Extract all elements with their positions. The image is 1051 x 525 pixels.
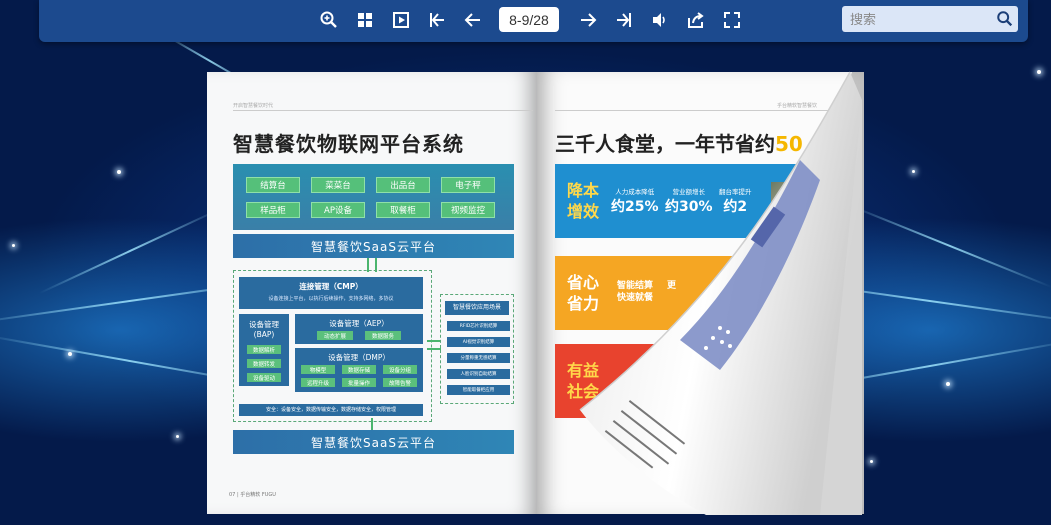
dmp-chip: 数据存储 — [342, 365, 376, 374]
device-chip: AP设备 — [311, 202, 365, 218]
bap-title: 设备管理 — [249, 320, 279, 329]
page-indicator[interactable]: 8-9/28 — [499, 7, 559, 32]
left-footer: 07 | 乎台精软 FUGU — [229, 492, 276, 498]
device-panel: 结算台 菜菜台 出品台 电子秤 样品柜 AP设备 取餐柜 视频监控 — [233, 164, 514, 230]
cmp-desc: 设备连接上平台，以执行后续操作，支持多网络，多协议 — [268, 296, 394, 302]
connector-line — [371, 418, 373, 430]
bap-box: 设备管理 (BAP) 数据解析 数据转发 设备驱动 — [239, 314, 289, 386]
divider — [233, 110, 533, 111]
flipbook[interactable]: 开启智慧餐饮时代 智慧餐饮物联网平台系统 结算台 菜菜台 出品台 电子秤 样品柜… — [207, 72, 864, 514]
bap-chip: 数据解析 — [247, 345, 281, 354]
aep-chip: 动态扩展 — [317, 331, 353, 340]
dmp-chip: 远程升级 — [301, 378, 335, 387]
link-arrow — [427, 340, 441, 350]
scenario-item: RFID芯片识别结算 — [447, 321, 510, 331]
scenario-item: 智能取餐柜应用 — [447, 385, 510, 395]
right-footer: FUGU | 乎台精软 | 10 — [795, 492, 846, 498]
sparkle — [870, 460, 873, 463]
scenario-title: 智慧餐饮应用场景 — [445, 301, 509, 315]
page-title: 智慧餐饮物联网平台系统 — [233, 132, 464, 156]
title-highlight: 50 — [775, 132, 803, 156]
stat: 人力成本降低 约25% — [611, 186, 659, 216]
dmp-title: 设备管理（DMP） — [328, 353, 390, 362]
prev-page-icon[interactable] — [462, 9, 484, 31]
device-chip: 结算台 — [246, 177, 300, 193]
title-main: 三千人食堂，一年节省约 — [555, 132, 775, 156]
photo — [771, 182, 823, 256]
block-label: 省心 省力 — [567, 273, 600, 313]
left-header: 开启智慧餐饮时代 — [233, 103, 274, 109]
scenario-item: 分量称重无感结算 — [447, 353, 510, 363]
dmp-chip: 设备分组 — [383, 365, 417, 374]
device-chip: 取餐柜 — [376, 202, 430, 218]
fullscreen-icon[interactable] — [721, 9, 743, 31]
scenario-item: 人脸识别自助结算 — [447, 369, 510, 379]
scenario-item: AI视觉识别结算 — [447, 337, 510, 347]
light-ray — [38, 207, 222, 295]
block-text: 更 — [667, 281, 677, 291]
sparkle — [12, 244, 15, 247]
stat: 营业额增长 约30% — [665, 186, 713, 216]
thumbnails-icon[interactable] — [354, 9, 376, 31]
cmp-title: 连接管理（CMP） — [299, 282, 363, 291]
share-icon[interactable] — [685, 9, 707, 31]
divider — [555, 110, 845, 111]
device-chip: 电子秤 — [441, 177, 495, 193]
stat-value: 约25% — [611, 199, 659, 215]
stat-label: 人力成本降低 — [615, 188, 655, 196]
aep-chip: 数据服务 — [365, 331, 401, 340]
search-box — [842, 6, 1018, 32]
sparkle — [1037, 70, 1041, 74]
sparkle — [117, 170, 121, 174]
bap-chip: 数据转发 — [247, 359, 281, 368]
bap-sub: (BAP) — [253, 330, 275, 339]
stat-label: 翻台率提升 — [719, 188, 752, 196]
right-header: 乎台精软智慧餐饮 — [777, 103, 818, 109]
block-text: 快速就餐 — [617, 293, 654, 303]
autoplay-icon[interactable] — [390, 9, 412, 31]
light-ray — [847, 203, 1051, 289]
sparkle — [912, 170, 915, 173]
right-page[interactable]: 乎台精软智慧餐饮 三千人食堂，一年节省约50 降本 增效 人力成本降低 约25%… — [537, 72, 864, 514]
block-label: 降本 增效 — [567, 181, 600, 221]
sound-icon[interactable] — [649, 9, 671, 31]
left-page[interactable]: 开启智慧餐饮时代 智慧餐饮物联网平台系统 结算台 菜菜台 出品台 电子秤 样品柜… — [207, 72, 537, 514]
device-chip: 菜菜台 — [311, 177, 365, 193]
search-input[interactable] — [848, 9, 992, 31]
stat: 翻台率提升 约2 — [719, 186, 752, 216]
sparkle — [176, 435, 179, 438]
cloud-platform-bar: 智慧餐饮SaaS云平台 — [233, 234, 514, 258]
page-title: 三千人食堂，一年节省约50 — [555, 128, 803, 157]
dmp-chip: 物模型 — [301, 365, 335, 374]
photo — [771, 364, 823, 426]
device-chip: 样品柜 — [246, 202, 300, 218]
dmp-chip: 故障告警 — [383, 378, 417, 387]
bap-chip: 设备驱动 — [247, 373, 281, 382]
next-page-icon[interactable] — [577, 9, 599, 31]
device-chip: 出品台 — [376, 177, 430, 193]
stat-value: 约2 — [723, 199, 748, 215]
aep-box: 设备管理（AEP） 动态扩展 数据服务 — [295, 314, 423, 344]
block-label: 有益 社会 — [567, 361, 600, 401]
zoom-in-icon[interactable] — [318, 9, 340, 31]
stat-label: 营业额增长 — [672, 188, 706, 196]
security-bar: 安全：设备安全，数据传输安全，数据存储安全，权限管理 — [239, 404, 423, 416]
photo — [771, 278, 823, 340]
sparkle — [946, 382, 950, 386]
first-page-icon[interactable] — [426, 9, 448, 31]
cloud-platform-bar-bottom: 智慧餐饮SaaS云平台 — [233, 430, 514, 454]
dmp-chip: 批量操作 — [342, 378, 376, 387]
search-icon[interactable] — [996, 10, 1014, 28]
cmp-box: 连接管理（CMP） 设备连接上平台，以执行后续操作，支持多网络，多协议 — [239, 277, 423, 309]
device-chip: 视频监控 — [441, 202, 495, 218]
sparkle — [68, 352, 72, 356]
last-page-icon[interactable] — [613, 9, 635, 31]
aep-title: 设备管理（AEP） — [329, 319, 389, 328]
dmp-box: 设备管理（DMP） 物模型 数据存储 设备分组 远程升级 批量操作 故障告警 — [295, 348, 423, 392]
toolbar: 8-9/28 — [39, 0, 1028, 42]
stat-value: 约30% — [665, 199, 713, 215]
